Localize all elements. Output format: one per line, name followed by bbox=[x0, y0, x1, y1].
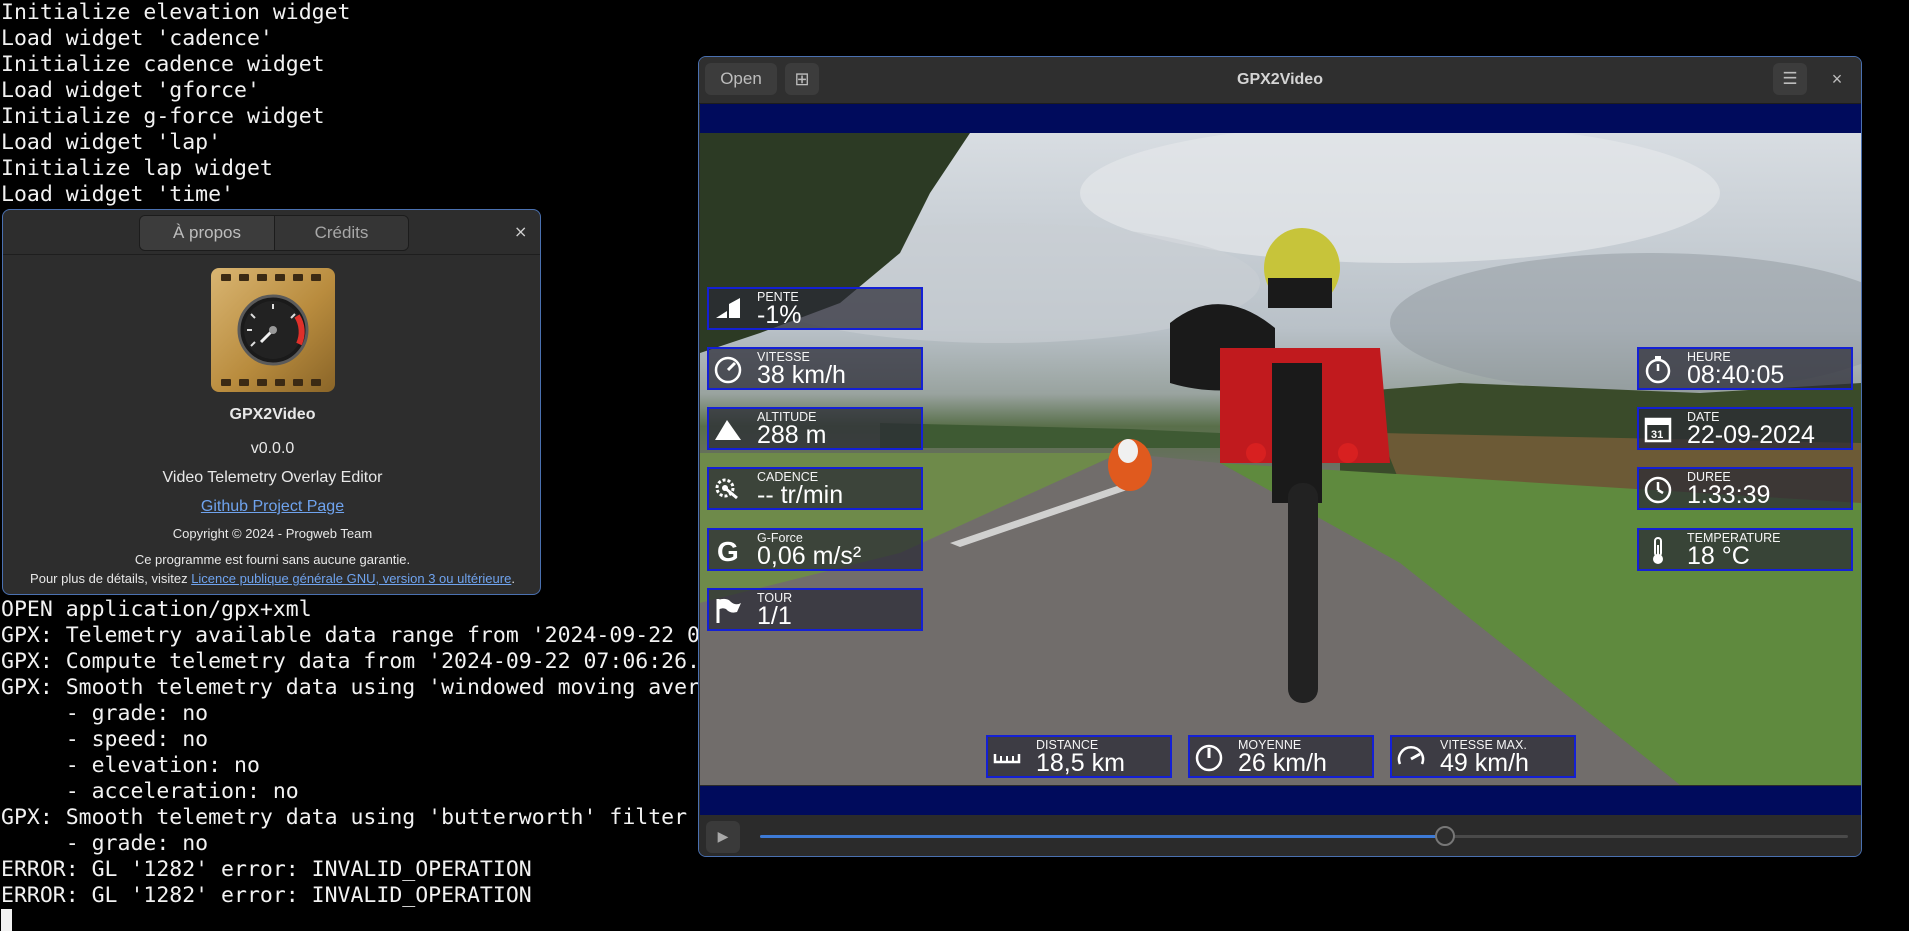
widget-grade: PENTE -1% bbox=[707, 287, 923, 330]
warranty-suffix: . bbox=[511, 571, 515, 586]
terminal-line: Initialize cadence widget bbox=[1, 52, 325, 77]
about-warranty-line1: Ce programme est fourni sans aucune gara… bbox=[134, 552, 411, 567]
terminal-line: - grade: no bbox=[1, 831, 209, 856]
flag-icon bbox=[716, 598, 741, 623]
terminal-line: ERROR: GL '1282' error: INVALID_OPERATIO… bbox=[1, 857, 532, 882]
video-bottom-bar bbox=[700, 786, 1861, 816]
terminal-line: Load widget 'cadence' bbox=[1, 26, 273, 51]
tab-credits[interactable]: Crédits bbox=[274, 216, 408, 250]
about-version: v0.0.0 bbox=[250, 440, 295, 457]
terminal-output-top: Initialize elevation widget Load widget '… bbox=[1, 0, 351, 208]
widget-value: -1% bbox=[757, 301, 802, 329]
seek-progress bbox=[760, 835, 1446, 838]
header-bar: Open ⊞ GPX2Video ☰ × bbox=[699, 57, 1861, 104]
gpx2video-window: Open ⊞ GPX2Video ☰ × PENTE -1% VITESSE 3… bbox=[698, 56, 1862, 857]
widget-distance: DISTANCE 18,5 km bbox=[986, 735, 1172, 778]
about-dialog: À propos Crédits × GPX2Video v0.0.0 Vide… bbox=[2, 209, 541, 595]
close-icon[interactable]: × bbox=[514, 222, 527, 241]
about-app-name: GPX2Video bbox=[229, 406, 316, 423]
video-scene bbox=[700, 133, 1861, 785]
seek-bar[interactable] bbox=[760, 835, 1848, 838]
terminal-line: - grade: no bbox=[1, 701, 209, 726]
terminal-line: Initialize elevation widget bbox=[1, 0, 351, 25]
max-speed-icon bbox=[1397, 746, 1425, 765]
widget-average: MOYENNE 26 km/h bbox=[1188, 735, 1374, 778]
widget-temperature: TEMPERATURE 18 °C bbox=[1637, 528, 1853, 571]
terminal-line: Load widget 'time' bbox=[1, 182, 234, 207]
playback-controls: ▶ bbox=[699, 815, 1861, 856]
widget-lap: TOUR 1/1 bbox=[707, 588, 923, 631]
warranty-prefix: Pour plus de détails, visitez bbox=[30, 571, 192, 586]
terminal-line: OPEN application/gpx+xml bbox=[1, 597, 312, 622]
widget-value: 26 km/h bbox=[1238, 749, 1327, 777]
calendar-icon: 31 bbox=[1644, 417, 1672, 443]
widget-value: 1/1 bbox=[757, 602, 792, 630]
terminal-line: GPX: Telemetry available data range from… bbox=[1, 623, 752, 648]
seek-handle[interactable] bbox=[1435, 826, 1456, 846]
cadence-icon bbox=[715, 478, 738, 500]
ruler-icon bbox=[993, 754, 1021, 764]
github-project-link[interactable]: Github Project Page bbox=[201, 498, 344, 515]
terminal-line: - acceleration: no bbox=[1, 779, 299, 804]
terminal-output-bottom: OPEN application/gpx+xml GPX: Telemetry a… bbox=[1, 597, 752, 909]
widget-value: 18 °C bbox=[1687, 542, 1750, 570]
about-header: À propos Crédits × bbox=[3, 210, 540, 255]
stopwatch-icon bbox=[1644, 476, 1672, 504]
svg-text:G: G bbox=[717, 536, 739, 565]
about-warranty-line2: Pour plus de détails, visitez Licence pu… bbox=[3, 571, 540, 586]
gauge-icon bbox=[1195, 744, 1223, 772]
terminal-line: GPX: Smooth telemetry data using 'window… bbox=[1, 675, 752, 700]
terminal-line: GPX: Compute telemetry data from '2024-0… bbox=[1, 649, 752, 674]
terminal-line: Load widget 'gforce' bbox=[1, 78, 260, 103]
widget-value: 1:33:39 bbox=[1687, 481, 1771, 509]
widget-cadence: CADENCE -- tr/min bbox=[707, 467, 923, 510]
menu-icon[interactable]: ☰ bbox=[1773, 63, 1807, 95]
gforce-icon: G bbox=[717, 536, 739, 565]
widget-value: 08:40:05 bbox=[1687, 361, 1785, 389]
terminal-line: - speed: no bbox=[1, 727, 209, 752]
terminal-line: Initialize lap widget bbox=[1, 156, 273, 181]
widget-speed: VITESSE 38 km/h bbox=[707, 347, 923, 390]
widget-altitude: ALTITUDE 288 m bbox=[707, 407, 923, 450]
widget-date: 31 DATE 22-09-2024 bbox=[1637, 407, 1853, 450]
terminal-line: Initialize g-force widget bbox=[1, 104, 325, 129]
clock-icon bbox=[1645, 356, 1671, 384]
calendar-day: 31 bbox=[1651, 429, 1663, 441]
thermometer-icon bbox=[1653, 537, 1663, 564]
play-icon[interactable]: ▶ bbox=[706, 821, 740, 853]
widget-value: 288 m bbox=[757, 421, 827, 449]
mountain-icon bbox=[715, 420, 741, 440]
widget-value: 0,06 m/s² bbox=[757, 542, 862, 570]
video-top-bar bbox=[700, 104, 1861, 134]
terminal-line: GPX: Smooth telemetry data using 'butter… bbox=[1, 805, 688, 830]
widget-time: HEURE 08:40:05 bbox=[1637, 347, 1853, 390]
app-logo-icon bbox=[211, 268, 335, 392]
license-link[interactable]: Licence publique générale GNU, version 3… bbox=[191, 571, 511, 586]
widget-value: 18,5 km bbox=[1036, 749, 1125, 777]
widget-value: 38 km/h bbox=[757, 361, 846, 389]
widget-duration: DUREE 1:33:39 bbox=[1637, 467, 1853, 510]
terminal-line: ERROR: GL '1282' error: INVALID_OPERATIO… bbox=[1, 883, 532, 908]
widget-gforce: G G-Force 0,06 m/s² bbox=[707, 528, 923, 571]
terminal-line: - elevation: no bbox=[1, 753, 260, 778]
close-icon[interactable]: × bbox=[1821, 63, 1853, 95]
widget-value: -- tr/min bbox=[757, 481, 844, 509]
about-copyright: Copyright © 2024 - Progweb Team bbox=[172, 526, 373, 541]
window-title: GPX2Video bbox=[1237, 71, 1323, 88]
terminal-line: Load widget 'lap' bbox=[1, 130, 222, 155]
tab-about[interactable]: À propos bbox=[140, 216, 274, 250]
widget-max-speed: VITESSE MAX. 49 km/h bbox=[1390, 735, 1576, 778]
terminal-cursor bbox=[1, 909, 12, 931]
about-description: Video Telemetry Overlay Editor bbox=[162, 469, 383, 486]
speedometer-icon bbox=[714, 356, 742, 384]
video-preview[interactable]: PENTE -1% VITESSE 38 km/h ALTITUDE 288 m… bbox=[700, 133, 1861, 785]
widget-value: 49 km/h bbox=[1440, 749, 1529, 777]
widget-value: 22-09-2024 bbox=[1687, 421, 1815, 449]
grade-icon bbox=[716, 298, 740, 318]
about-tabs: À propos Crédits bbox=[139, 215, 409, 251]
